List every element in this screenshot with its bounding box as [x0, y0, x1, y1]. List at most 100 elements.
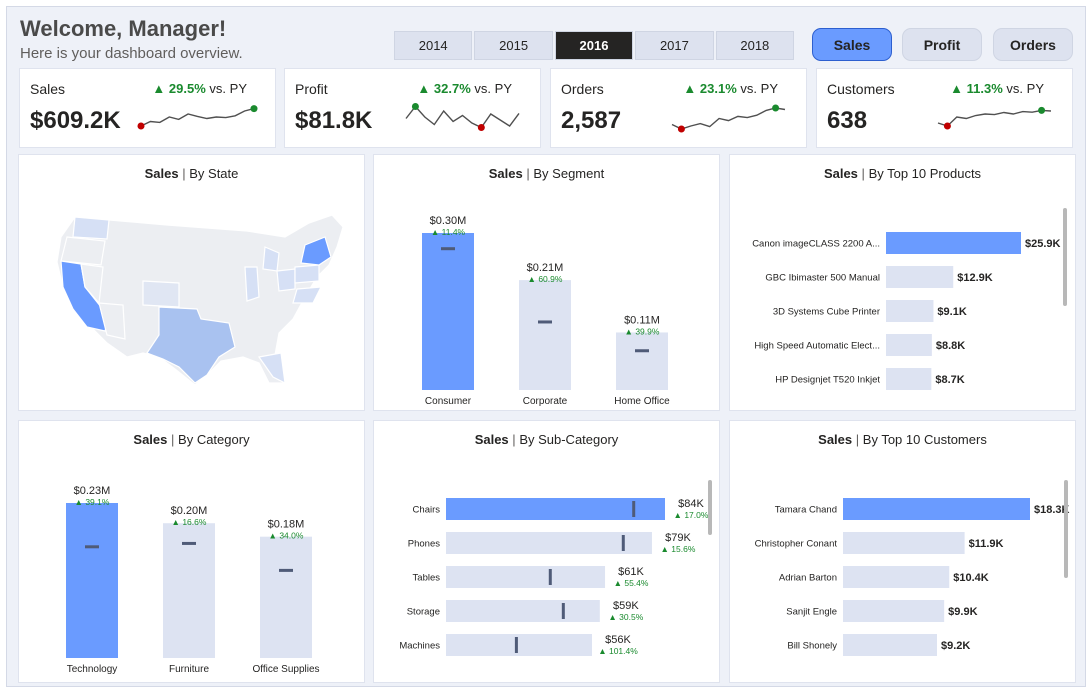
- kpi-change-value: 23.1%: [699, 81, 737, 96]
- kpi-sparkline: [937, 106, 1052, 130]
- dashboard-frame: Welcome, Manager! Here is your dashboard…: [6, 6, 1086, 687]
- bar: [260, 536, 312, 658]
- data-label: $8.7K: [935, 374, 964, 386]
- scrollbar[interactable]: [1064, 480, 1068, 578]
- category-label: Consumer: [425, 396, 472, 407]
- year-button-2015[interactable]: 2015: [474, 31, 553, 60]
- bar: [843, 600, 945, 622]
- sparkline-path: [671, 107, 786, 130]
- kpi-change-suffix: vs. PY: [1006, 81, 1044, 96]
- bar: [843, 634, 938, 656]
- bar: [66, 503, 118, 658]
- panel-sales-by-top-customers: Sales | By Top 10 Customers Tamara Chand…: [729, 420, 1076, 683]
- bar: [519, 280, 571, 390]
- data-label: $0.30M: [430, 215, 467, 227]
- up-arrow-icon: ▲: [152, 81, 166, 96]
- kpi-card-profit: Profit ▲ 32.7% vs. PY $81.8K: [284, 68, 541, 148]
- panel-sales-by-category: Sales | By Category $0.23M ▲ 39.1% Technol…: [18, 420, 365, 683]
- map-state-illinois: [244, 266, 260, 302]
- scrollbar[interactable]: [1063, 208, 1067, 306]
- kpi-change: ▲ 29.5% vs. PY: [152, 81, 247, 96]
- kpi-card-sales: Sales ▲ 29.5% vs. PY $609.2K: [19, 68, 276, 148]
- bar: [843, 498, 1030, 520]
- map-state-pennsylvania: [294, 264, 320, 284]
- category-label: Storage: [407, 607, 440, 618]
- top-products-bar-chart[interactable]: Canon imageCLASS 2200 A... $25.9K GBC Ibim…: [730, 155, 1077, 412]
- kpi-change-value: 32.7%: [433, 81, 471, 96]
- bar: [886, 300, 934, 322]
- kpi-change-suffix: vs. PY: [474, 81, 512, 96]
- scrollbar[interactable]: [708, 480, 712, 535]
- sparkline-min-point: [943, 122, 951, 130]
- data-label: $61K: [618, 566, 644, 578]
- data-label: $0.20M: [171, 505, 208, 517]
- bar: [446, 634, 592, 656]
- year-button-2014[interactable]: 2014: [394, 31, 473, 60]
- bar: [446, 532, 652, 554]
- kpi-card-orders: Orders ▲ 23.1% vs. PY 2,587: [550, 68, 807, 148]
- target-marker: [182, 541, 196, 545]
- year-button-2018[interactable]: 2018: [715, 31, 795, 60]
- panel-sales-by-state: Sales | By State: [18, 154, 365, 411]
- data-label: $0.23M: [74, 485, 111, 497]
- data-label: $12.9K: [957, 272, 993, 284]
- change-label: ▲ 16.6%: [172, 517, 207, 527]
- data-label: $8.8K: [936, 340, 965, 352]
- sparkline-min-point: [477, 124, 485, 131]
- bar: [843, 532, 965, 554]
- change-label: ▲ 39.1%: [75, 497, 110, 507]
- data-label: $9.1K: [937, 306, 966, 318]
- up-arrow-icon: ▲: [950, 81, 964, 96]
- map-state-virginia: [292, 286, 323, 304]
- metric-button-sales[interactable]: Sales: [812, 28, 892, 61]
- year-button-2017[interactable]: 2017: [635, 31, 714, 60]
- change-label: ▲ 15.6%: [661, 544, 696, 554]
- kpi-sparkline: [137, 105, 258, 130]
- kpi-label: Customers: [827, 81, 895, 97]
- sparkline-max-point: [411, 103, 419, 110]
- year-button-2016[interactable]: 2016: [554, 31, 634, 60]
- category-label: Technology: [67, 664, 118, 675]
- metric-button-profit[interactable]: Profit: [902, 28, 982, 61]
- category-label: Phones: [408, 539, 440, 550]
- category-label: Corporate: [523, 396, 568, 407]
- category-label: Canon imageCLASS 2200 A...: [752, 239, 880, 250]
- panel-sales-by-subcategory: Sales | By Sub-Category Chairs $84K ▲ 17.0…: [373, 420, 720, 683]
- bar: [616, 332, 668, 390]
- change-label: ▲ 55.4%: [614, 578, 649, 588]
- sparkline-min-point: [137, 122, 145, 130]
- sparkline-max-point: [250, 105, 258, 113]
- sparkline-min-point: [677, 125, 685, 133]
- kpi-change: ▲ 23.1% vs. PY: [683, 81, 778, 96]
- target-marker: [514, 637, 518, 653]
- data-label: $9.9K: [948, 606, 977, 618]
- kpi-sparkline: [405, 103, 520, 131]
- panel-title: Sales | By State: [144, 166, 239, 181]
- category-bar-chart[interactable]: $0.23M▲ 39.1% Technology $0.20M▲ 16.6% Furn…: [19, 421, 366, 684]
- metric-button-orders[interactable]: Orders: [993, 28, 1073, 61]
- change-label: ▲ 11.4%: [431, 227, 466, 237]
- change-label: ▲ 60.9%: [528, 274, 563, 284]
- kpi-value: 638: [827, 107, 868, 134]
- category-label: 3D Systems Cube Printer: [773, 307, 880, 318]
- segment-bar-chart[interactable]: $0.30M▲ 11.4% Consumer $0.21M▲ 60.9% Corpor…: [374, 155, 721, 412]
- category-label: Office Supplies: [252, 664, 319, 675]
- kpi-label: Orders: [561, 81, 604, 97]
- kpi-card-customers: Customers ▲ 11.3% vs. PY 638: [816, 68, 1073, 148]
- change-label: ▲ 30.5%: [608, 612, 643, 622]
- subcategory-bar-chart[interactable]: Chairs $84K▲ 17.0% Phones $79K▲ 15.6% Tables…: [374, 421, 721, 684]
- kpi-value: $81.8K: [295, 107, 373, 134]
- kpi-value: $609.2K: [30, 107, 121, 134]
- category-label: HP Designjet T520 Inkjet: [775, 375, 880, 386]
- us-state-map[interactable]: [47, 207, 347, 397]
- top-customers-bar-chart[interactable]: Tamara Chand $18.3KChristopher Conant $11.…: [730, 421, 1077, 684]
- bar: [446, 600, 600, 622]
- data-label: $84K: [678, 498, 704, 510]
- target-marker: [279, 568, 293, 572]
- bar: [886, 266, 954, 288]
- data-label: $9.2K: [941, 640, 970, 652]
- data-label: $59K: [613, 600, 639, 612]
- kpi-value: 2,587: [561, 107, 622, 134]
- panel-title-measure: Sales: [144, 166, 179, 181]
- category-label: Adrian Barton: [779, 573, 837, 584]
